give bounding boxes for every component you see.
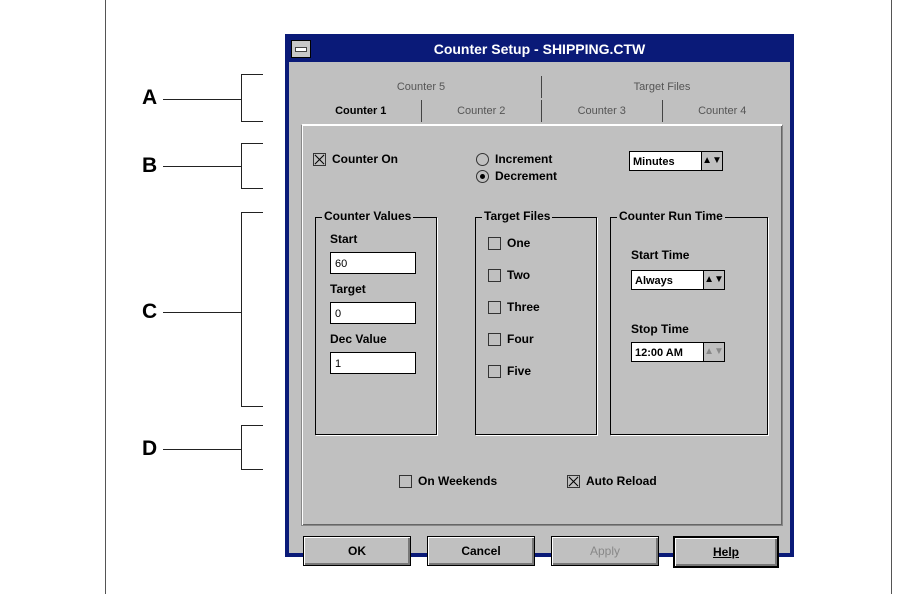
- decrement-radio-icon: [476, 170, 489, 184]
- target-file-four-checkbox[interactable]: Four: [488, 332, 534, 347]
- units-combo[interactable]: Minutes ▲▼: [629, 151, 723, 171]
- callout-c-line: [163, 312, 241, 313]
- target-file-three-label: Three: [507, 300, 540, 314]
- start-input[interactable]: 60: [330, 252, 416, 274]
- tab-row-back: Counter 5 Target Files: [301, 76, 782, 98]
- stop-time-label: Stop Time: [631, 322, 689, 336]
- checkbox-icon: [488, 365, 501, 379]
- help-button[interactable]: Help: [673, 536, 779, 568]
- counter-on-check-icon: [313, 153, 326, 167]
- system-menu-icon[interactable]: [291, 40, 311, 58]
- cancel-button[interactable]: Cancel: [427, 536, 535, 566]
- on-weekends-check-icon: [399, 475, 412, 489]
- units-dropdown-arrow-icon[interactable]: ▲▼: [701, 152, 722, 170]
- callout-d-bracket: [241, 425, 242, 470]
- increment-radio-icon: [476, 153, 489, 167]
- callout-a-bracket: [241, 74, 242, 122]
- checkbox-icon: [488, 269, 501, 283]
- callout-d-tick-top: [241, 425, 263, 426]
- callout-a: A: [142, 86, 158, 109]
- callout-d: D: [142, 437, 158, 460]
- callout-d-line: [163, 449, 241, 450]
- counter-values-title: Counter Values: [322, 209, 414, 223]
- target-file-three-checkbox[interactable]: Three: [488, 300, 540, 315]
- callout-b: B: [142, 154, 158, 177]
- callout-c-tick-bottom: [241, 406, 263, 407]
- counter-values-group: Counter Values Start 60 Target 0 Dec Val…: [315, 209, 437, 435]
- callout-b-bracket: [241, 143, 242, 189]
- stop-time-dropdown-arrow-icon[interactable]: ▲▼: [703, 343, 724, 361]
- dec-value-label: Dec Value: [330, 332, 387, 346]
- counter-on-label: Counter On: [332, 152, 398, 166]
- callout-b-tick-bottom: [241, 188, 263, 189]
- callout-b-line: [163, 166, 241, 167]
- callout-c: C: [142, 300, 158, 323]
- target-label: Target: [330, 282, 366, 296]
- target-file-two-checkbox[interactable]: Two: [488, 268, 531, 283]
- window-title[interactable]: Counter Setup - SHIPPING.CTW: [289, 38, 790, 60]
- target-file-five-checkbox[interactable]: Five: [488, 364, 532, 379]
- tab-counter-4[interactable]: Counter 4: [663, 100, 783, 122]
- apply-button[interactable]: Apply: [551, 536, 659, 566]
- stop-time-combo[interactable]: 12:00 AM ▲▼: [631, 342, 725, 362]
- target-file-one-checkbox[interactable]: One: [488, 236, 531, 251]
- callout-b-tick-top: [241, 143, 263, 144]
- dec-value-input[interactable]: 1: [330, 352, 416, 374]
- dialog-client: Counter 5 Target Files Counter 1 Counter…: [289, 62, 790, 568]
- start-label: Start: [330, 232, 358, 246]
- counter-run-time-group: Counter Run Time Start Time Always ▲▼ St…: [610, 209, 768, 435]
- callout-a-line: [163, 99, 241, 100]
- decrement-radio[interactable]: Decrement: [476, 169, 558, 184]
- tab-target-files[interactable]: Target Files: [542, 76, 782, 98]
- target-file-four-label: Four: [507, 332, 534, 346]
- tab-counter-3[interactable]: Counter 3: [542, 100, 663, 122]
- callout-a-tick-top: [241, 74, 263, 75]
- target-files-group: Target Files One Two Three Four Five: [475, 209, 597, 435]
- target-files-title: Target Files: [482, 209, 553, 223]
- callout-a-tick-bottom: [241, 121, 263, 122]
- auto-reload-label: Auto Reload: [586, 474, 657, 488]
- checkbox-icon: [488, 333, 501, 347]
- ok-button[interactable]: OK: [303, 536, 411, 566]
- target-file-one-label: One: [507, 236, 531, 250]
- counter-setup-dialog: Counter Setup - SHIPPING.CTW Counter 5 T…: [285, 34, 794, 568]
- target-file-two-label: Two: [507, 268, 531, 282]
- increment-label: Increment: [495, 152, 553, 166]
- on-weekends-label: On Weekends: [418, 474, 498, 488]
- increment-radio[interactable]: Increment: [476, 152, 553, 167]
- tab-counter-5[interactable]: Counter 5: [301, 76, 542, 98]
- tab-counter-1[interactable]: Counter 1: [301, 100, 422, 122]
- start-time-value: Always: [635, 275, 673, 287]
- figure-frame-right: [891, 0, 892, 594]
- start-time-label: Start Time: [631, 248, 690, 262]
- counter-on-checkbox[interactable]: Counter On: [313, 152, 398, 167]
- units-value: Minutes: [633, 156, 675, 168]
- callout-c-bracket: [241, 212, 242, 407]
- stop-time-value: 12:00 AM: [635, 347, 683, 359]
- on-weekends-checkbox[interactable]: On Weekends: [399, 474, 498, 489]
- tab-row-front: Counter 1 Counter 2 Counter 3 Counter 4: [301, 100, 782, 122]
- counter-run-time-title: Counter Run Time: [617, 209, 725, 223]
- callout-c-tick-top: [241, 212, 263, 213]
- tab-counter-2[interactable]: Counter 2: [422, 100, 542, 122]
- tab-strip: Counter 5 Target Files Counter 1 Counter…: [301, 76, 782, 126]
- callout-d-tick-bottom: [241, 469, 263, 470]
- decrement-label: Decrement: [495, 169, 558, 183]
- auto-reload-checkbox[interactable]: Auto Reload: [567, 474, 657, 489]
- figure-frame-left: [105, 0, 106, 594]
- checkbox-icon: [488, 237, 501, 251]
- start-time-dropdown-arrow-icon[interactable]: ▲▼: [703, 271, 724, 289]
- start-time-combo[interactable]: Always ▲▼: [631, 270, 725, 290]
- auto-reload-check-icon: [567, 475, 580, 489]
- target-input[interactable]: 0: [330, 302, 416, 324]
- checkbox-icon: [488, 301, 501, 315]
- target-file-five-label: Five: [507, 364, 532, 378]
